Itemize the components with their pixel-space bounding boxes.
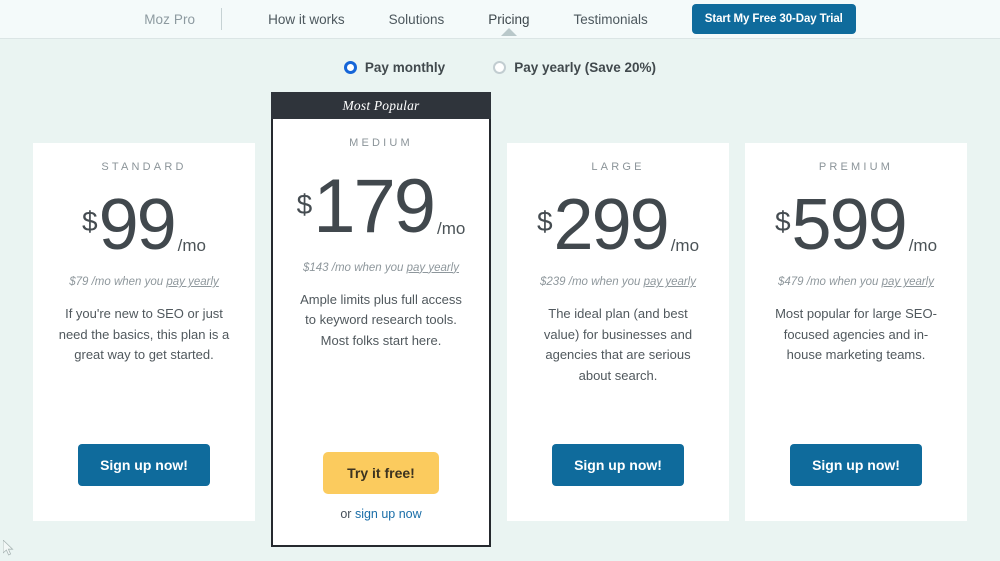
nav-link-solutions[interactable]: Solutions bbox=[367, 12, 467, 27]
cta-area-medium: Try it free! or sign up now bbox=[287, 452, 475, 545]
nav-link-how-it-works[interactable]: How it works bbox=[246, 12, 367, 27]
top-navigation-bar: Moz Pro How it works Solutions Pricing T… bbox=[0, 0, 1000, 39]
plan-name-standard: STANDARD bbox=[101, 161, 187, 173]
radio-pay-monthly[interactable]: Pay monthly bbox=[343, 59, 446, 75]
price-period: /mo bbox=[437, 219, 466, 238]
price-standard: $ 99 /mo bbox=[49, 185, 239, 265]
nav-items-container: Moz Pro How it works Solutions Pricing T… bbox=[144, 0, 856, 38]
radio-yearly-mark-icon bbox=[493, 60, 507, 74]
yearly-price-note-large: $239 /mo when you pay yearly bbox=[523, 276, 713, 288]
yearly-note-text: $79 /mo when you bbox=[69, 276, 167, 289]
nav-brand-moz-pro[interactable]: Moz Pro bbox=[144, 12, 221, 27]
price-period: /mo bbox=[670, 236, 700, 255]
currency-symbol: $ bbox=[774, 206, 791, 237]
active-tab-caret-icon bbox=[500, 27, 517, 36]
start-free-trial-button[interactable]: Start My Free 30-Day Trial bbox=[691, 4, 856, 34]
try-it-free-button[interactable]: Try it free! bbox=[323, 452, 439, 494]
pricing-card-standard: STANDARD $ 99 /mo $79 /mo when you pay y… bbox=[33, 143, 255, 521]
plan-name-medium: MEDIUM bbox=[349, 137, 413, 149]
pricing-card-premium: PREMIUM $ 599 /mo $479 /mo when you pay … bbox=[745, 143, 967, 521]
yearly-price-note-premium: $479 /mo when you pay yearly bbox=[761, 276, 951, 288]
radio-pay-monthly-label: Pay monthly bbox=[364, 59, 446, 75]
cta-area-standard: Sign up now! bbox=[49, 444, 239, 521]
price-premium: $ 599 /mo bbox=[761, 185, 951, 265]
sign-up-button-premium[interactable]: Sign up now! bbox=[790, 444, 922, 486]
yearly-note-text: $143 /mo when you bbox=[303, 261, 407, 274]
price-amount: 99 bbox=[98, 185, 177, 265]
radio-pay-yearly[interactable]: Pay yearly (Save 20%) bbox=[493, 60, 656, 75]
price-amount: 179 bbox=[313, 164, 436, 249]
price-amount: 599 bbox=[791, 185, 908, 265]
pricing-cards-row: STANDARD $ 99 /mo $79 /mo when you pay y… bbox=[0, 90, 1000, 547]
sign-up-now-link[interactable]: sign up now bbox=[355, 507, 422, 521]
currency-symbol: $ bbox=[536, 206, 553, 237]
alt-signup-prefix: or bbox=[340, 507, 355, 521]
price-period: /mo bbox=[177, 236, 206, 255]
alt-signup-line: or sign up now bbox=[340, 507, 421, 521]
currency-symbol: $ bbox=[296, 189, 313, 220]
pricing-card-medium-featured: Most Popular MEDIUM $ 179 /mo $143 /mo w… bbox=[271, 92, 491, 547]
nav-divider bbox=[221, 8, 223, 30]
most-popular-ribbon: Most Popular bbox=[271, 92, 491, 119]
pay-yearly-link[interactable]: pay yearly bbox=[644, 276, 696, 288]
price-large: $ 299 /mo bbox=[523, 185, 713, 265]
plan-name-premium: PREMIUM bbox=[818, 161, 894, 173]
radio-pay-yearly-label: Pay yearly (Save 20%) bbox=[514, 59, 657, 75]
nav-link-pricing-label: Pricing bbox=[488, 11, 530, 27]
yearly-price-note-medium: $143 /mo when you pay yearly bbox=[287, 262, 475, 274]
price-amount: 299 bbox=[553, 185, 670, 265]
sign-up-button-large[interactable]: Sign up now! bbox=[552, 444, 684, 486]
plan-description-medium: Ample limits plus full access to keyword… bbox=[300, 291, 462, 348]
sign-up-button-standard[interactable]: Sign up now! bbox=[78, 444, 210, 486]
yearly-note-text: $239 /mo when you bbox=[540, 276, 644, 289]
pay-yearly-link[interactable]: pay yearly bbox=[407, 262, 459, 274]
mouse-cursor-icon bbox=[3, 540, 14, 556]
currency-symbol: $ bbox=[81, 206, 98, 237]
pay-yearly-link[interactable]: pay yearly bbox=[882, 276, 934, 288]
cta-area-large: Sign up now! bbox=[523, 444, 713, 521]
price-period: /mo bbox=[908, 236, 938, 255]
nav-link-testimonials[interactable]: Testimonials bbox=[551, 12, 669, 27]
plan-description-large: The ideal plan (and best value) for busi… bbox=[543, 306, 693, 383]
plan-description-premium: Most popular for large SEO-focused agenc… bbox=[775, 306, 937, 363]
pay-yearly-link[interactable]: pay yearly bbox=[166, 276, 218, 288]
radio-monthly-mark-icon bbox=[343, 60, 357, 74]
pricing-card-large: LARGE $ 299 /mo $239 /mo when you pay ye… bbox=[507, 143, 729, 521]
billing-period-toggle: Pay monthly Pay yearly (Save 20%) bbox=[0, 44, 1000, 90]
price-medium: $ 179 /mo bbox=[287, 164, 475, 249]
yearly-price-note-standard: $79 /mo when you pay yearly bbox=[49, 276, 239, 288]
plan-description-standard: If you're new to SEO or just need the ba… bbox=[58, 306, 230, 363]
plan-name-large: LARGE bbox=[591, 161, 645, 173]
yearly-note-text: $479 /mo when you bbox=[778, 276, 882, 289]
nav-link-pricing[interactable]: Pricing bbox=[466, 11, 551, 36]
cta-area-premium: Sign up now! bbox=[761, 444, 951, 521]
